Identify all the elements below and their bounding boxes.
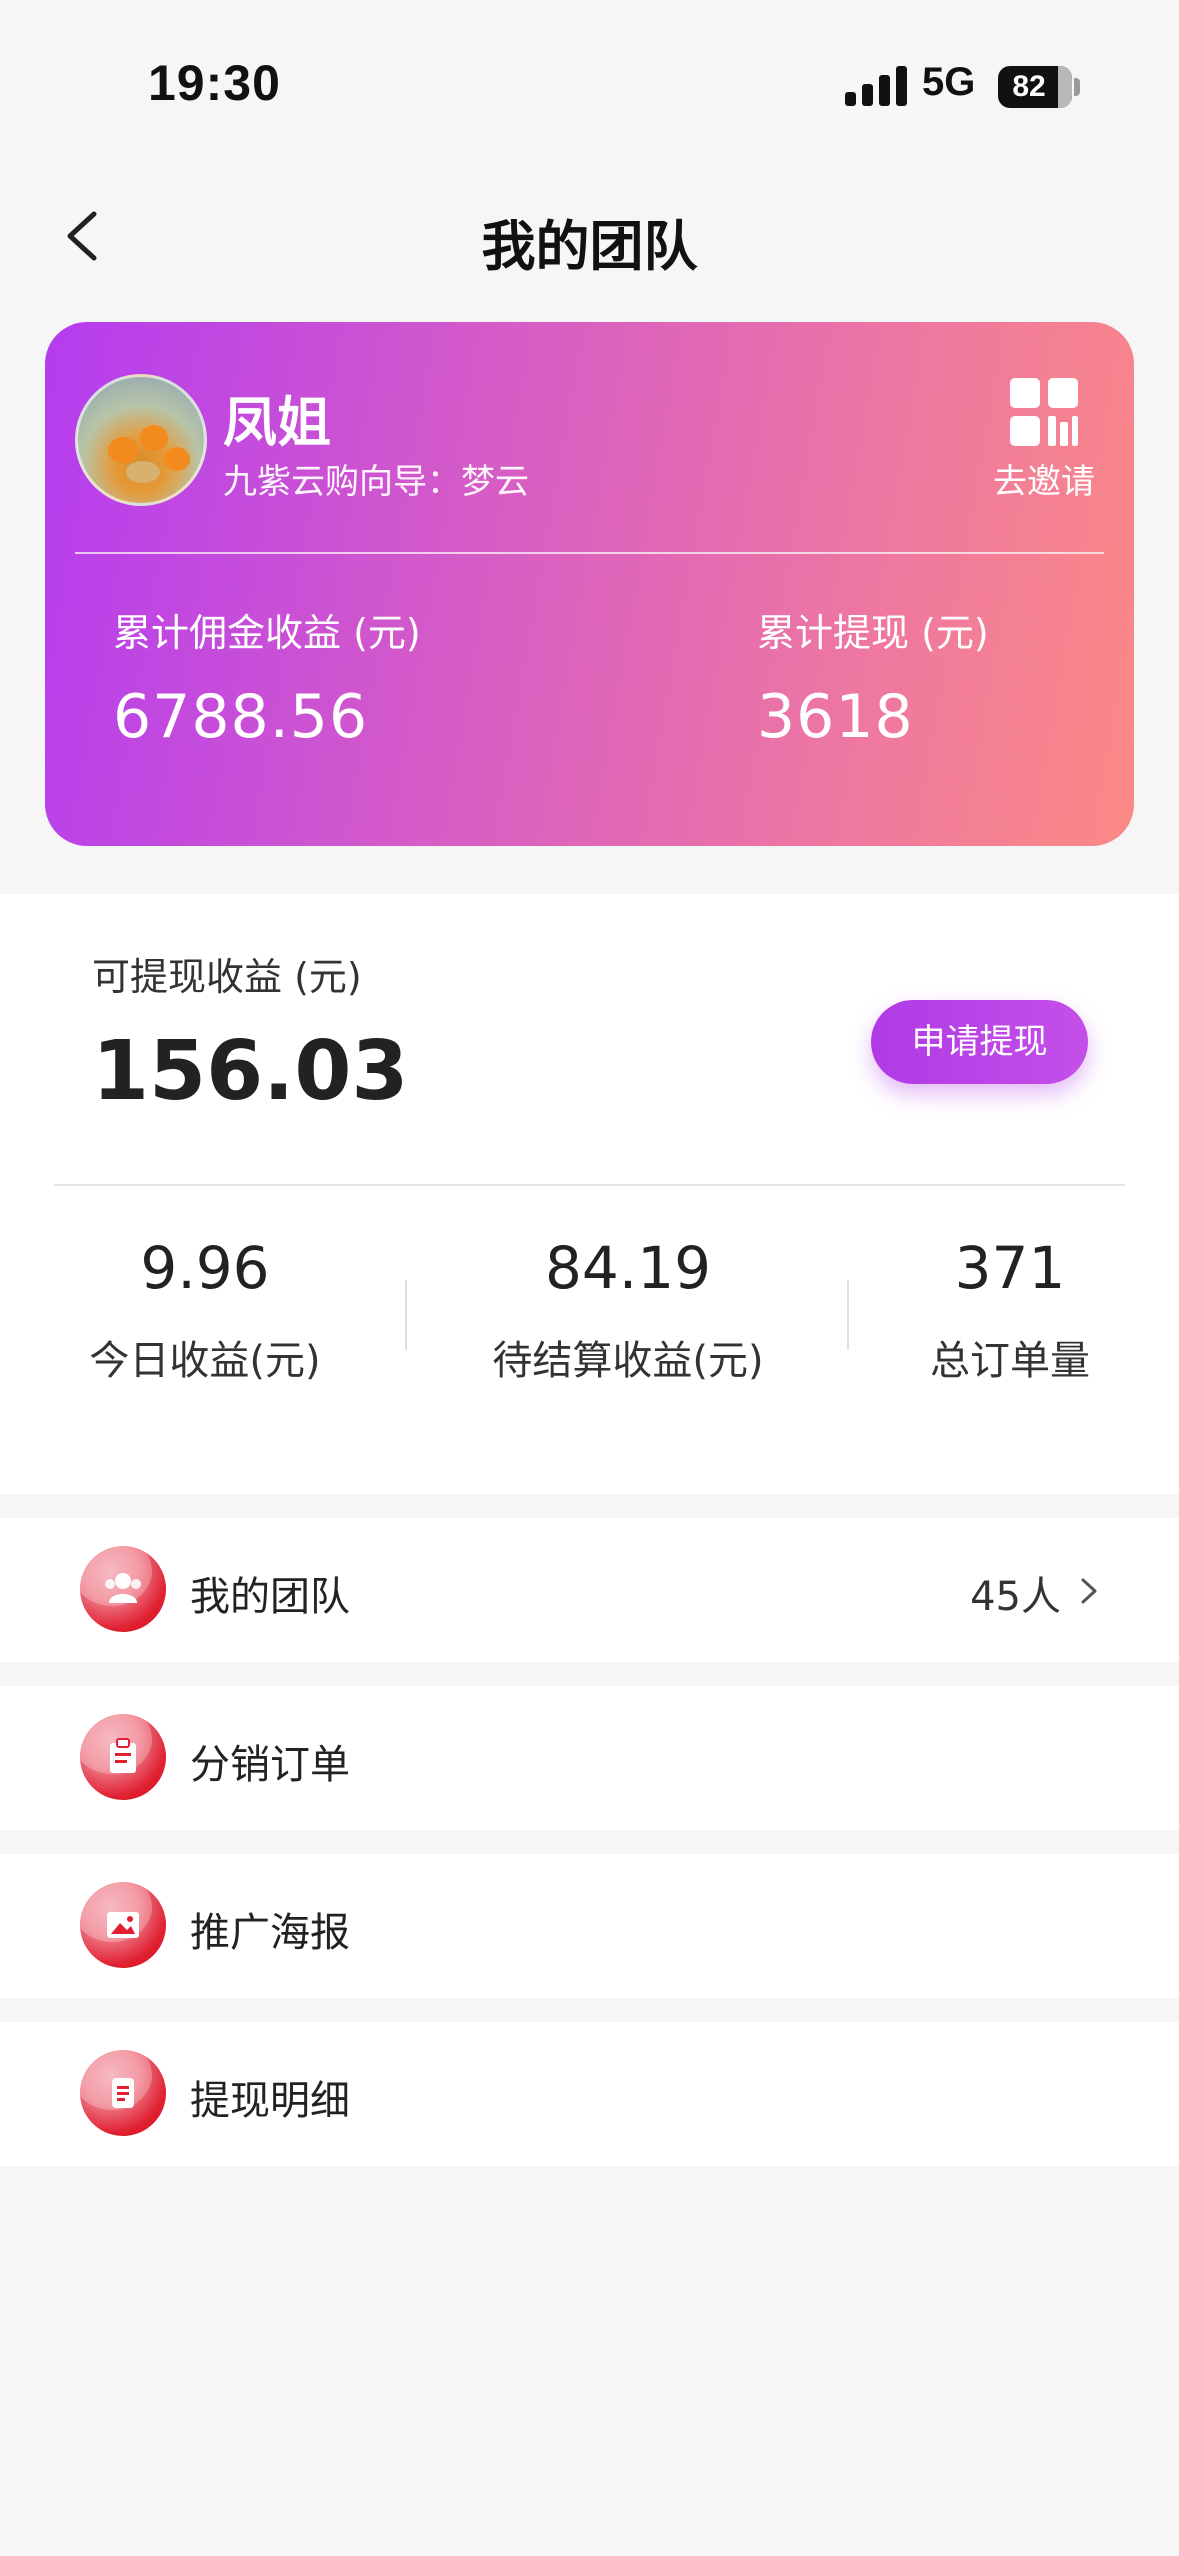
network-label: 5G: [922, 60, 976, 104]
user-name: 凤姐: [223, 391, 331, 454]
poster-icon: [80, 1882, 166, 1968]
menu-item-withdraw-details[interactable]: 提现明细: [0, 2022, 1179, 2166]
withdrawn-value: 3618: [757, 682, 914, 752]
stat-separator: [847, 1280, 849, 1350]
profile-card: 凤姐 九紫云购向导：梦云 去邀请 累计佣金收益 (元) 6788.56 累计提现…: [45, 322, 1134, 846]
team-count: 45人: [970, 1574, 1061, 1620]
stat-value: 9.96: [140, 1234, 270, 1302]
status-time: 19:30: [148, 55, 281, 111]
menu-item-label: 提现明细: [190, 2078, 350, 2124]
avatar[interactable]: [75, 374, 207, 506]
invite-label: 去邀请: [993, 462, 1095, 502]
team-icon: [80, 1546, 166, 1632]
available-value: 156.03: [92, 1024, 409, 1119]
page-title: 我的团队: [481, 215, 698, 278]
menu-item-my-team[interactable]: 我的团队 45人: [0, 1518, 1179, 1662]
menu-item-label: 分销订单: [190, 1742, 350, 1788]
guide-label: 九紫云购向导：梦云: [223, 462, 529, 502]
battery-level: 82: [1012, 70, 1046, 103]
available-label: 可提现收益 (元): [92, 955, 362, 999]
commission-value: 6788.56: [113, 682, 369, 752]
stat-label: 待结算收益(元): [492, 1338, 764, 1384]
stat-label: 今日收益(元): [89, 1338, 321, 1384]
stat-value: 371: [954, 1234, 1066, 1302]
withdraw-detail-icon: [80, 2050, 166, 2136]
menu-item-label: 我的团队: [190, 1574, 350, 1620]
stat-orders: 371 总订单量: [900, 1234, 1120, 1386]
screen: 19:30 5G 82 我的团队 凤姐 九紫云购向导：梦云 去邀请 累计佣金收益…: [0, 0, 1179, 2556]
nav-bar: 我的团队: [0, 180, 1179, 290]
stat-separator: [405, 1280, 407, 1350]
battery-tip: [1074, 78, 1080, 96]
stat-value: 84.19: [544, 1234, 712, 1302]
card-divider: [75, 552, 1104, 554]
stat-label: 总订单量: [930, 1338, 1090, 1384]
signal-icon: [845, 64, 907, 106]
invite-button[interactable]: 去邀请: [984, 378, 1104, 508]
chevron-right-icon: [1081, 1578, 1097, 1604]
status-bar: 19:30 5G 82: [0, 0, 1179, 150]
qr-code-icon: [1010, 378, 1078, 446]
withdrawn-label: 累计提现 (元): [757, 611, 989, 655]
earnings-panel: 可提现收益 (元) 156.03 申请提现 9.96 今日收益(元) 84.19…: [0, 894, 1179, 1494]
menu-item-label: 推广海报: [190, 1910, 350, 1956]
stat-today: 9.96 今日收益(元): [60, 1234, 350, 1386]
order-icon: [80, 1714, 166, 1800]
withdraw-button[interactable]: 申请提现: [871, 1000, 1088, 1084]
panel-divider: [54, 1184, 1125, 1186]
stat-pending: 84.19 待结算收益(元): [460, 1234, 796, 1386]
commission-label: 累计佣金收益 (元): [113, 611, 421, 655]
battery-icon: 82: [998, 66, 1072, 108]
menu-item-promo-poster[interactable]: 推广海报: [0, 1854, 1179, 1998]
menu-item-distribution-orders[interactable]: 分销订单: [0, 1686, 1179, 1830]
